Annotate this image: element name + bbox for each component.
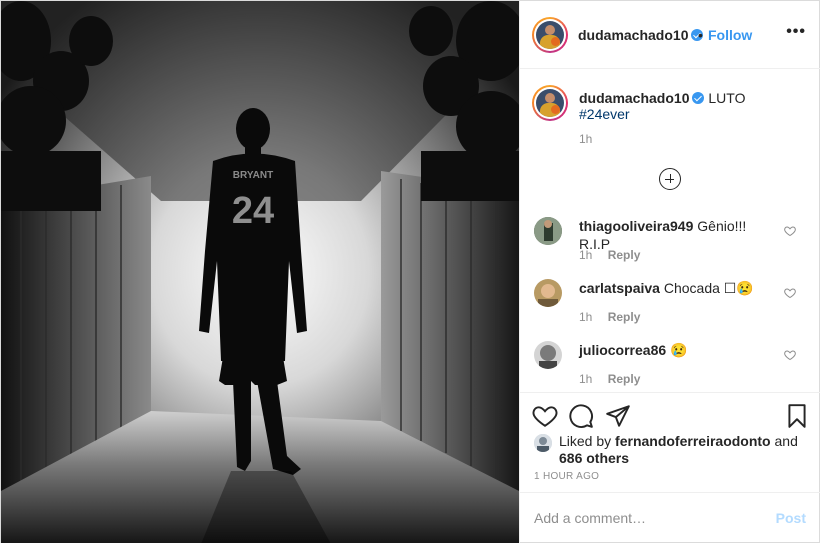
follow-button[interactable]: Follow bbox=[708, 27, 752, 43]
likes-prefix: Liked by bbox=[559, 433, 612, 449]
author-username-row: dudamachado10 bbox=[578, 27, 704, 43]
comment-username[interactable]: thiagooliveira949 bbox=[579, 218, 693, 234]
commenter-avatar[interactable] bbox=[534, 217, 562, 245]
comment-item: thiagooliveira949 Gênio!!! R.I.P 1h Repl… bbox=[520, 217, 820, 279]
comment-text-block: carlatspaiva Chocada ☐😢 bbox=[579, 279, 779, 297]
load-more-comments-icon[interactable] bbox=[659, 168, 681, 190]
comment-time[interactable]: 1h bbox=[579, 372, 592, 386]
comment-text: 😢 bbox=[670, 342, 688, 358]
add-comment-bar: Add a comment… Post bbox=[520, 492, 820, 543]
likes-others-link[interactable]: 686 others bbox=[559, 450, 629, 466]
commenter-avatar[interactable] bbox=[534, 341, 562, 369]
jersey-name: BRYANT bbox=[233, 170, 273, 181]
add-comment-input[interactable]: Add a comment… bbox=[534, 510, 646, 526]
likes-text: Liked by fernandoferreiraodonto and 686 … bbox=[559, 433, 809, 467]
post-photo[interactable]: BRYANT 24 bbox=[1, 1, 519, 543]
caption-author-avatar[interactable] bbox=[532, 85, 568, 121]
caption-hashtag[interactable]: #24ever bbox=[579, 106, 809, 122]
liker-username[interactable]: fernandoferreiraodonto bbox=[615, 433, 771, 449]
save-bookmark-icon[interactable] bbox=[784, 403, 810, 429]
verified-badge-icon bbox=[692, 92, 705, 104]
like-heart-icon[interactable] bbox=[532, 403, 558, 429]
author-username[interactable]: dudamachado10 bbox=[578, 27, 688, 43]
post-dialog: BRYANT 24 dudamachado10 • Follow ••• dud… bbox=[0, 0, 820, 543]
like-comment-heart-icon[interactable] bbox=[784, 287, 796, 299]
tunnel-photo-image: BRYANT 24 bbox=[1, 1, 519, 543]
comment-text: Chocada ☐😢 bbox=[663, 280, 754, 296]
caption-time[interactable]: 1h bbox=[579, 131, 809, 147]
share-paper-plane-icon[interactable] bbox=[605, 403, 631, 429]
reply-button[interactable]: Reply bbox=[608, 248, 641, 262]
post-header: dudamachado10 • Follow ••• bbox=[520, 1, 820, 69]
comment-meta: 1h Reply bbox=[579, 310, 640, 324]
post-timestamp[interactable]: 1 HOUR AGO bbox=[534, 471, 599, 482]
caption-username[interactable]: dudamachado10 bbox=[579, 90, 689, 106]
like-comment-heart-icon[interactable] bbox=[784, 225, 796, 237]
comment-text-block: juliocorrea86 😢 bbox=[579, 341, 779, 359]
comment-bubble-icon[interactable] bbox=[568, 403, 594, 429]
like-comment-heart-icon[interactable] bbox=[784, 349, 796, 361]
comment-meta: 1h Reply bbox=[579, 248, 640, 262]
reply-button[interactable]: Reply bbox=[608, 310, 641, 324]
liker-avatar[interactable] bbox=[534, 434, 552, 452]
reply-button[interactable]: Reply bbox=[608, 372, 641, 386]
comment-time[interactable]: 1h bbox=[579, 310, 592, 324]
comment-username[interactable]: juliocorrea86 bbox=[579, 342, 666, 358]
more-options-icon[interactable]: ••• bbox=[786, 23, 806, 41]
comment-meta: 1h Reply bbox=[579, 372, 640, 386]
commenter-avatar[interactable] bbox=[534, 279, 562, 307]
post-comment-button[interactable]: Post bbox=[776, 510, 806, 526]
post-side-panel: dudamachado10 • Follow ••• dudamachado10… bbox=[519, 1, 820, 543]
jersey-number: 24 bbox=[232, 190, 274, 232]
comment-username[interactable]: carlatspaiva bbox=[579, 280, 660, 296]
likes-and: and bbox=[774, 433, 798, 449]
caption-text-block: dudamachado10 LUTO #24ever 1h bbox=[579, 90, 809, 147]
comment-time[interactable]: 1h bbox=[579, 248, 592, 262]
separator-dot: • bbox=[698, 27, 703, 43]
comment-item: carlatspaiva Chocada ☐😢 1h Reply bbox=[520, 279, 820, 341]
author-avatar[interactable] bbox=[532, 17, 568, 53]
caption-text: LUTO bbox=[708, 90, 746, 106]
